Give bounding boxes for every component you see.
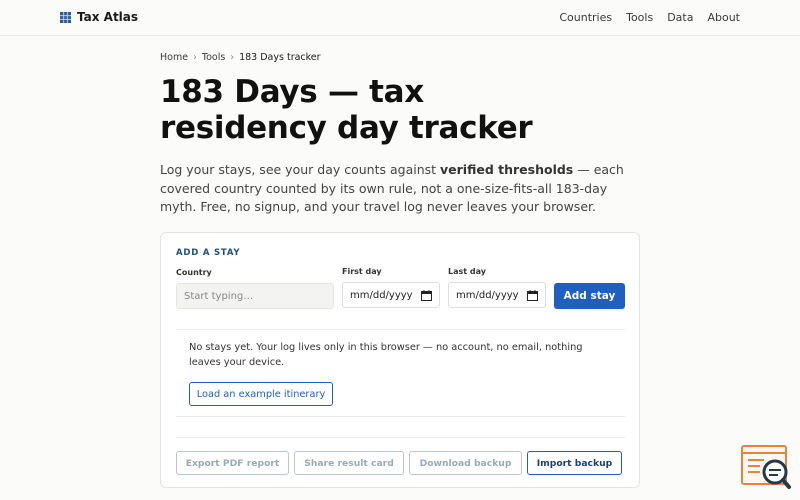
divider [176, 437, 625, 438]
export-pdf-button[interactable]: Export PDF report [176, 451, 289, 475]
nav-data[interactable]: Data [667, 11, 693, 24]
intro-paragraph: Log your stays, see your day counts agai… [160, 161, 630, 217]
intro-text-start: Log your stays, see your day counts agai… [160, 162, 441, 177]
breadcrumb-separator: › [193, 52, 197, 63]
empty-state-panel: No stays yet. Your log lives only in thi… [176, 329, 625, 417]
calendar-icon[interactable] [421, 289, 432, 301]
breadcrumb-tools[interactable]: Tools [202, 52, 225, 63]
first-day-label: First day [342, 267, 382, 276]
country-placeholder: Start typing… [184, 290, 254, 302]
download-backup-button[interactable]: Download backup [409, 451, 522, 475]
nav-about[interactable]: About [707, 11, 740, 24]
import-backup-button[interactable]: Import backup [527, 451, 622, 475]
calendar-icon[interactable] [527, 289, 538, 301]
last-day-value: mm/dd/yyyy [456, 289, 519, 301]
add-stay-heading: ADD A STAY [176, 248, 241, 258]
country-input[interactable]: Start typing… [176, 283, 334, 309]
nav-countries[interactable]: Countries [559, 11, 612, 24]
last-day-label: Last day [448, 267, 486, 276]
tracker-card: ADD A STAY Country Start typing… First d… [160, 232, 640, 488]
empty-state-message: No stays yet. Your log lives only in thi… [189, 342, 583, 368]
last-day-date-input[interactable]: mm/dd/yyyy [448, 282, 546, 308]
top-navigation-bar: Tax Atlas Countries Tools Data About [0, 0, 800, 36]
breadcrumb: Home › Tools › 183 Days tracker [160, 52, 321, 63]
page-title: 183 Days — tax residency day tracker [160, 74, 533, 146]
share-card-button[interactable]: Share result card [294, 451, 404, 475]
add-stay-button[interactable]: Add stay [554, 283, 625, 309]
nav-tools[interactable]: Tools [626, 11, 653, 24]
breadcrumb-current: 183 Days tracker [239, 52, 321, 63]
load-example-button[interactable]: Load an example itinerary [189, 382, 333, 406]
search-document-icon[interactable] [740, 444, 792, 490]
breadcrumb-home[interactable]: Home [160, 52, 188, 63]
breadcrumb-separator: › [230, 52, 235, 63]
country-label: Country [176, 268, 212, 277]
first-day-value: mm/dd/yyyy [350, 289, 413, 301]
main-nav: Countries Tools Data About [559, 11, 740, 24]
first-day-date-input[interactable]: mm/dd/yyyy [342, 282, 440, 308]
intro-emphasis: verified thresholds [440, 162, 574, 177]
grid-logo-icon [60, 11, 71, 23]
brand-name: Tax Atlas [77, 10, 139, 24]
brand-link[interactable]: Tax Atlas [60, 10, 138, 24]
